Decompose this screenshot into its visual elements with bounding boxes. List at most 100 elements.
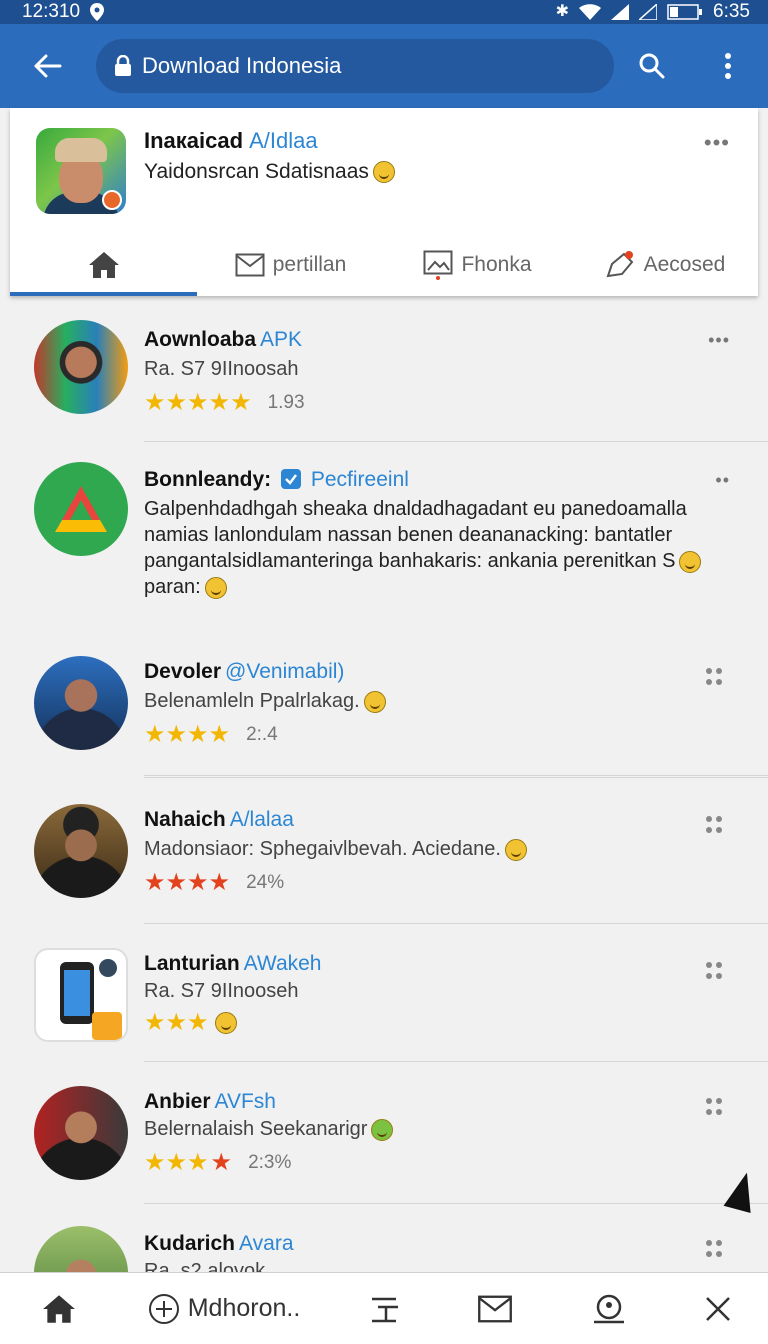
item-handle[interactable]: APK bbox=[260, 328, 302, 351]
item-handle[interactable]: AVFsh bbox=[215, 1090, 276, 1113]
item-handle[interactable]: Pecfireeinl bbox=[311, 468, 409, 491]
list-item[interactable]: Aownloaba APK Ra. S7 9IInoosah ★★★★★ 1.93 … bbox=[0, 296, 768, 442]
phone-app-icon bbox=[60, 959, 122, 1040]
item-more-button[interactable]: ••• bbox=[708, 330, 730, 351]
profile-subtitle-text: Yaidonsrcan Sdatisnaas bbox=[144, 160, 369, 183]
star-rating: ★★★★★ 1.93 bbox=[144, 389, 305, 416]
list-item[interactable]: Kudarich Avara Ra. s2 alovok bbox=[0, 1204, 768, 1272]
lock-icon bbox=[115, 55, 131, 76]
avatar[interactable] bbox=[34, 948, 128, 1042]
back-button[interactable] bbox=[0, 24, 96, 108]
home-icon bbox=[88, 252, 119, 278]
list-item[interactable]: Devoler @Venimabil) Belenamleln Ppalrlaka… bbox=[0, 630, 768, 778]
profile-name-text: Inaкaicad bbox=[144, 128, 244, 153]
overflow-menu-button[interactable] bbox=[690, 24, 766, 108]
tab-fhonka[interactable]: Fhonka bbox=[384, 234, 571, 296]
list-item[interactable]: Nahaich A/lalaa Madonsiaor: Sphegaivlbeva… bbox=[0, 778, 768, 924]
tag-icon bbox=[606, 251, 633, 278]
more-vert-icon bbox=[725, 53, 731, 79]
tab-aecosed[interactable]: Aecosed bbox=[571, 234, 758, 296]
nav-mail-button[interactable] bbox=[440, 1295, 550, 1323]
list-item[interactable]: Bonnleandy: Pecfireeinl Galpenhdadhgah s… bbox=[0, 442, 768, 776]
item-subtitle: Ra. S7 9IInooseh bbox=[144, 980, 299, 1002]
item-title: Lanturian AWakeh bbox=[144, 952, 321, 976]
star-rating: ★★★★ 24% bbox=[144, 869, 285, 896]
emoji-icon bbox=[504, 838, 527, 861]
item-more-button[interactable]: •• bbox=[715, 470, 730, 491]
drag-handle-icon[interactable] bbox=[706, 1240, 722, 1258]
item-subtitle: Belenamleln Ppalrlakag. bbox=[144, 690, 386, 713]
search-button[interactable] bbox=[614, 24, 690, 108]
avatar[interactable] bbox=[34, 462, 128, 556]
item-title: Anbier AVFsh bbox=[144, 1090, 276, 1114]
signal-icon-2 bbox=[639, 4, 658, 20]
status-time: 12:310 bbox=[22, 1, 81, 22]
drag-handle-icon[interactable] bbox=[706, 962, 722, 980]
rating-value: 2:3% bbox=[248, 1151, 292, 1173]
drag-handle-icon[interactable] bbox=[706, 816, 722, 834]
app-bar: Download Indonesia bbox=[0, 24, 768, 108]
profile-more-button[interactable]: ••• bbox=[704, 130, 730, 156]
profile-card: Inaкaicad A/Idlaa Yaidonsrcan Sdatisnaas … bbox=[10, 108, 758, 296]
item-title: Aownloaba APK bbox=[144, 328, 302, 352]
item-body-end: paran: bbox=[144, 576, 201, 598]
avatar[interactable] bbox=[34, 1226, 128, 1272]
avatar[interactable] bbox=[34, 320, 128, 414]
status-bar: 12:310 ✱ 6:35 bbox=[0, 0, 768, 24]
profile-subtitle: Yaidonsrcan Sdatisnaas bbox=[144, 160, 395, 184]
nav-home-button[interactable] bbox=[0, 1293, 118, 1325]
avatar[interactable] bbox=[34, 1086, 128, 1180]
emoji-icon bbox=[371, 1118, 394, 1141]
profile-handle[interactable]: A/Idlaa bbox=[249, 128, 318, 153]
search-icon bbox=[639, 53, 665, 79]
profile-avatar[interactable] bbox=[36, 128, 126, 214]
item-handle[interactable]: @Venimabil) bbox=[225, 660, 344, 683]
feed-list: Aownloaba APK Ra. S7 9IInoosah ★★★★★ 1.93 … bbox=[0, 296, 768, 1272]
item-name: Anbier bbox=[144, 1090, 211, 1113]
nav-compose-label: Mdhoron.. bbox=[187, 1294, 301, 1322]
item-subtitle: Ra. s2 alovok bbox=[144, 1260, 266, 1272]
star-rating: ★★★★ 2:.4 bbox=[144, 721, 278, 748]
nav-profile-button[interactable] bbox=[550, 1293, 668, 1325]
item-handle[interactable]: A/lalaa bbox=[230, 808, 294, 831]
drive-logo-icon bbox=[55, 486, 107, 532]
item-subtitle-text: Madonsiaor: Sphegaivlbevah. Aciedane. bbox=[144, 838, 501, 860]
item-name: Lanturian bbox=[144, 952, 240, 975]
nav-close-button[interactable] bbox=[668, 1295, 768, 1323]
tab-pertillan[interactable]: pertillan bbox=[197, 234, 384, 296]
location-icon bbox=[90, 3, 105, 21]
address-text: Download Indonesia bbox=[142, 53, 342, 78]
drag-handle-icon[interactable] bbox=[706, 1098, 722, 1116]
item-handle[interactable]: AWakeh bbox=[244, 952, 322, 975]
mail-icon bbox=[478, 1295, 512, 1322]
tab-home[interactable] bbox=[10, 234, 197, 296]
emoji-icon bbox=[363, 690, 386, 713]
tools-icon bbox=[372, 1297, 398, 1322]
bluetooth-icon: ✱ bbox=[555, 3, 570, 20]
emoji-icon bbox=[679, 550, 702, 573]
signal-icon bbox=[611, 4, 630, 20]
arrow-left-icon bbox=[34, 54, 62, 78]
address-bar[interactable]: Download Indonesia bbox=[96, 39, 614, 93]
drag-handle-icon[interactable] bbox=[706, 668, 722, 686]
item-name: Kudarich bbox=[144, 1232, 236, 1255]
nav-tools-button[interactable] bbox=[330, 1293, 440, 1325]
mail-icon bbox=[235, 253, 265, 277]
badge-icon bbox=[102, 190, 122, 210]
emoji-icon bbox=[214, 1011, 237, 1034]
item-name: Devoler bbox=[144, 660, 222, 683]
add-circle-icon bbox=[148, 1293, 179, 1324]
item-name: Nahaich bbox=[144, 808, 226, 831]
item-handle[interactable]: Avara bbox=[239, 1232, 293, 1255]
item-subtitle: Belernalaish Seekanarigr bbox=[144, 1118, 394, 1141]
avatar[interactable] bbox=[34, 804, 128, 898]
avatar[interactable] bbox=[34, 656, 128, 750]
list-item[interactable]: Lanturian AWakeh Ra. S7 9IInooseh ★★★ bbox=[0, 924, 768, 1062]
item-title: Devoler @Venimabil) bbox=[144, 660, 344, 684]
nav-compose-button[interactable]: Mdhoron.. bbox=[118, 1293, 330, 1325]
list-item[interactable]: Anbier AVFsh Belernalaish Seekanarigr ★★★… bbox=[0, 1062, 768, 1204]
item-body-text: Galpenhdadhgah sheaka dnaldadhagadant eu… bbox=[144, 498, 687, 572]
item-subtitle-text: Belenamleln Ppalrlakag. bbox=[144, 690, 360, 712]
item-name: Bonnleandy: bbox=[144, 468, 272, 491]
tab-aecosed-label: Aecosed bbox=[643, 253, 726, 276]
